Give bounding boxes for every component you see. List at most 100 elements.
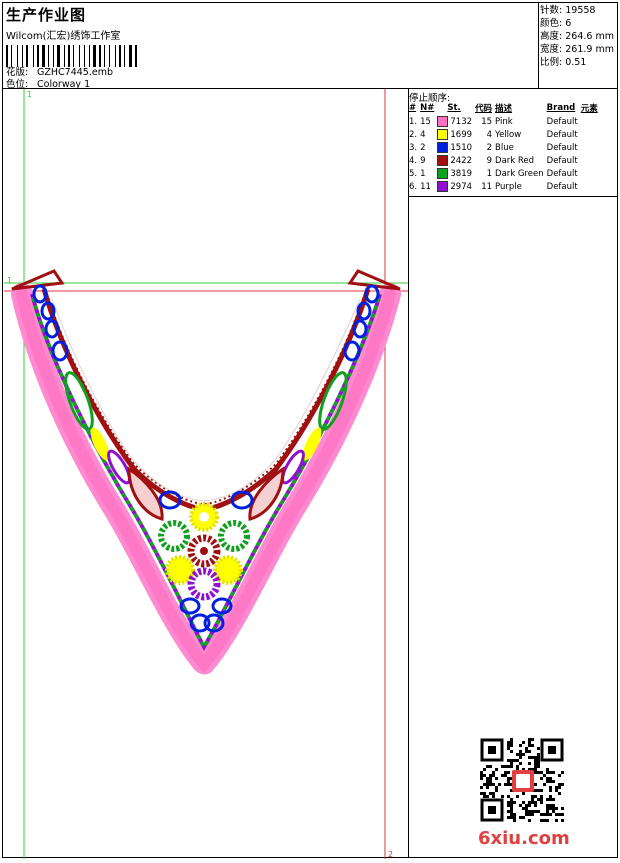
cell-code: 7132 — [437, 115, 475, 128]
color-code: 7132 — [450, 117, 473, 127]
specs-panel: 针数: 19558 颜色: 6 高度: 264.6 mm 宽度: 261.9 m… — [540, 4, 618, 69]
col-brand: Brand — [546, 103, 576, 113]
cell-n: 2 — [420, 142, 426, 153]
cell-idx: 2. — [409, 129, 418, 140]
cell-idx: 5. — [409, 168, 418, 179]
cell-code: 3819 — [437, 167, 475, 180]
spec-row: 针数: 19558 — [540, 4, 618, 17]
spec-row: 颜色: 6 — [540, 17, 618, 30]
cell-n: 15 — [420, 116, 431, 127]
header-left: 生产作业图 Wilcom(汇宏)绣饰工作室 花版: GZHC7445.emb 色… — [6, 4, 154, 91]
table-header-row: # N# St. 代码 描述 Brand 元素 — [409, 102, 601, 115]
color-code: 3819 — [450, 169, 473, 179]
table-row: 1. 15 7132 15 Pink Default — [409, 115, 601, 128]
cell-idx: 4. — [409, 155, 418, 166]
cell-st: 11 — [481, 181, 493, 192]
cell-brand: Default — [546, 155, 578, 166]
cell-brand: Default — [546, 116, 578, 127]
design-value: GZHC7445.emb — [37, 67, 114, 78]
design-label: 花版: — [6, 67, 29, 78]
cell-desc: Blue — [495, 142, 514, 153]
guide-label-top: 1 — [27, 90, 32, 99]
page-title: 生产作业图 — [6, 6, 87, 24]
guide-label-left: 1 — [7, 276, 12, 285]
spec-value: 261.9 mm — [565, 44, 614, 55]
color-code: 2422 — [450, 156, 473, 166]
table-row: 3. 2 1510 2 Blue Default — [409, 141, 601, 154]
cell-st: 4 — [486, 129, 493, 140]
cell-element — [581, 115, 601, 128]
table-row: 4. 9 2422 9 Dark Red Default — [409, 154, 601, 167]
spec-label: 高度: — [540, 31, 563, 42]
cell-code: 1510 — [437, 141, 475, 154]
color-swatch — [437, 142, 449, 153]
watermark-logo: 6xiu.com — [478, 828, 570, 849]
spec-label: 颜色: — [540, 18, 563, 29]
color-code: 1510 — [450, 143, 473, 153]
col-desc: 描述 — [495, 104, 513, 114]
color-code: 1699 — [450, 130, 473, 140]
spec-label: 宽度: — [540, 44, 563, 55]
cell-element — [581, 154, 601, 167]
color-swatch — [437, 155, 449, 166]
cell-desc: Yellow — [495, 129, 522, 140]
cell-n: 1 — [420, 168, 426, 179]
cell-desc: Dark Red — [495, 155, 535, 166]
cell-st: 2 — [486, 142, 493, 153]
color-code: 2974 — [450, 182, 473, 192]
cell-code: 2974 — [437, 180, 475, 193]
cell-st: 9 — [486, 155, 493, 166]
company-name: Wilcom(汇宏)绣饰工作室 — [6, 31, 121, 42]
header-divider — [538, 2, 539, 88]
color-swatch — [437, 168, 449, 179]
cell-n: 11 — [420, 181, 431, 192]
embroidery-canvas: 1 1 2 — [4, 89, 408, 859]
cell-brand: Default — [546, 181, 578, 192]
cell-code: 2422 — [437, 154, 475, 167]
guide-label-bottom: 2 — [388, 850, 393, 859]
col-code: 代码 — [475, 104, 493, 114]
spec-label: 针数: — [540, 5, 563, 16]
spec-value: 6 — [565, 18, 572, 29]
cell-brand: Default — [546, 129, 578, 140]
col-idx: # — [409, 103, 417, 113]
cell-idx: 6. — [409, 181, 418, 192]
cell-desc: Pink — [495, 116, 513, 127]
cell-n: 4 — [420, 129, 426, 140]
cell-brand: Default — [546, 142, 578, 153]
spec-value: 0.51 — [565, 57, 587, 68]
embroidery-design: 1 1 2 — [4, 89, 408, 859]
spec-row: 宽度: 261.9 mm — [540, 43, 618, 56]
spec-row: 比例: 0.51 — [540, 56, 618, 69]
color-swatch — [437, 116, 449, 127]
design-row: 花版: GZHC7445.emb — [6, 67, 154, 79]
cell-code: 1699 — [437, 128, 475, 141]
table-bottom-line — [408, 196, 618, 197]
barcode — [6, 45, 154, 67]
cell-st: 1 — [486, 168, 493, 179]
col-n: N# — [420, 103, 435, 113]
color-swatch — [437, 181, 449, 192]
cell-st: 15 — [481, 116, 493, 127]
col-element: 元素 — [580, 104, 598, 114]
cell-brand: Default — [546, 168, 578, 179]
stop-sequence-table: # N# St. 代码 描述 Brand 元素 1. 15 7132 15 Pink De… — [409, 102, 601, 193]
color-swatch — [437, 129, 449, 140]
spec-value: 19558 — [565, 5, 596, 16]
spec-row: 高度: 264.6 mm — [540, 30, 618, 43]
cell-idx: 3. — [409, 142, 418, 153]
cell-element — [581, 128, 601, 141]
cell-desc: Dark Green — [495, 168, 544, 179]
cell-n: 9 — [420, 155, 426, 166]
spec-value: 264.6 mm — [565, 31, 614, 42]
cell-element — [581, 180, 601, 193]
col-st: St. — [447, 103, 461, 113]
table-row: 2. 4 1699 4 Yellow Default — [409, 128, 601, 141]
table-row: 6. 11 2974 11 Purple Default — [409, 180, 601, 193]
cell-element — [581, 141, 601, 154]
qr-code — [480, 738, 564, 822]
cell-idx: 1. — [409, 116, 418, 127]
panel-divider — [408, 88, 409, 858]
spec-label: 比例: — [540, 57, 563, 68]
cell-desc: Purple — [495, 181, 522, 192]
